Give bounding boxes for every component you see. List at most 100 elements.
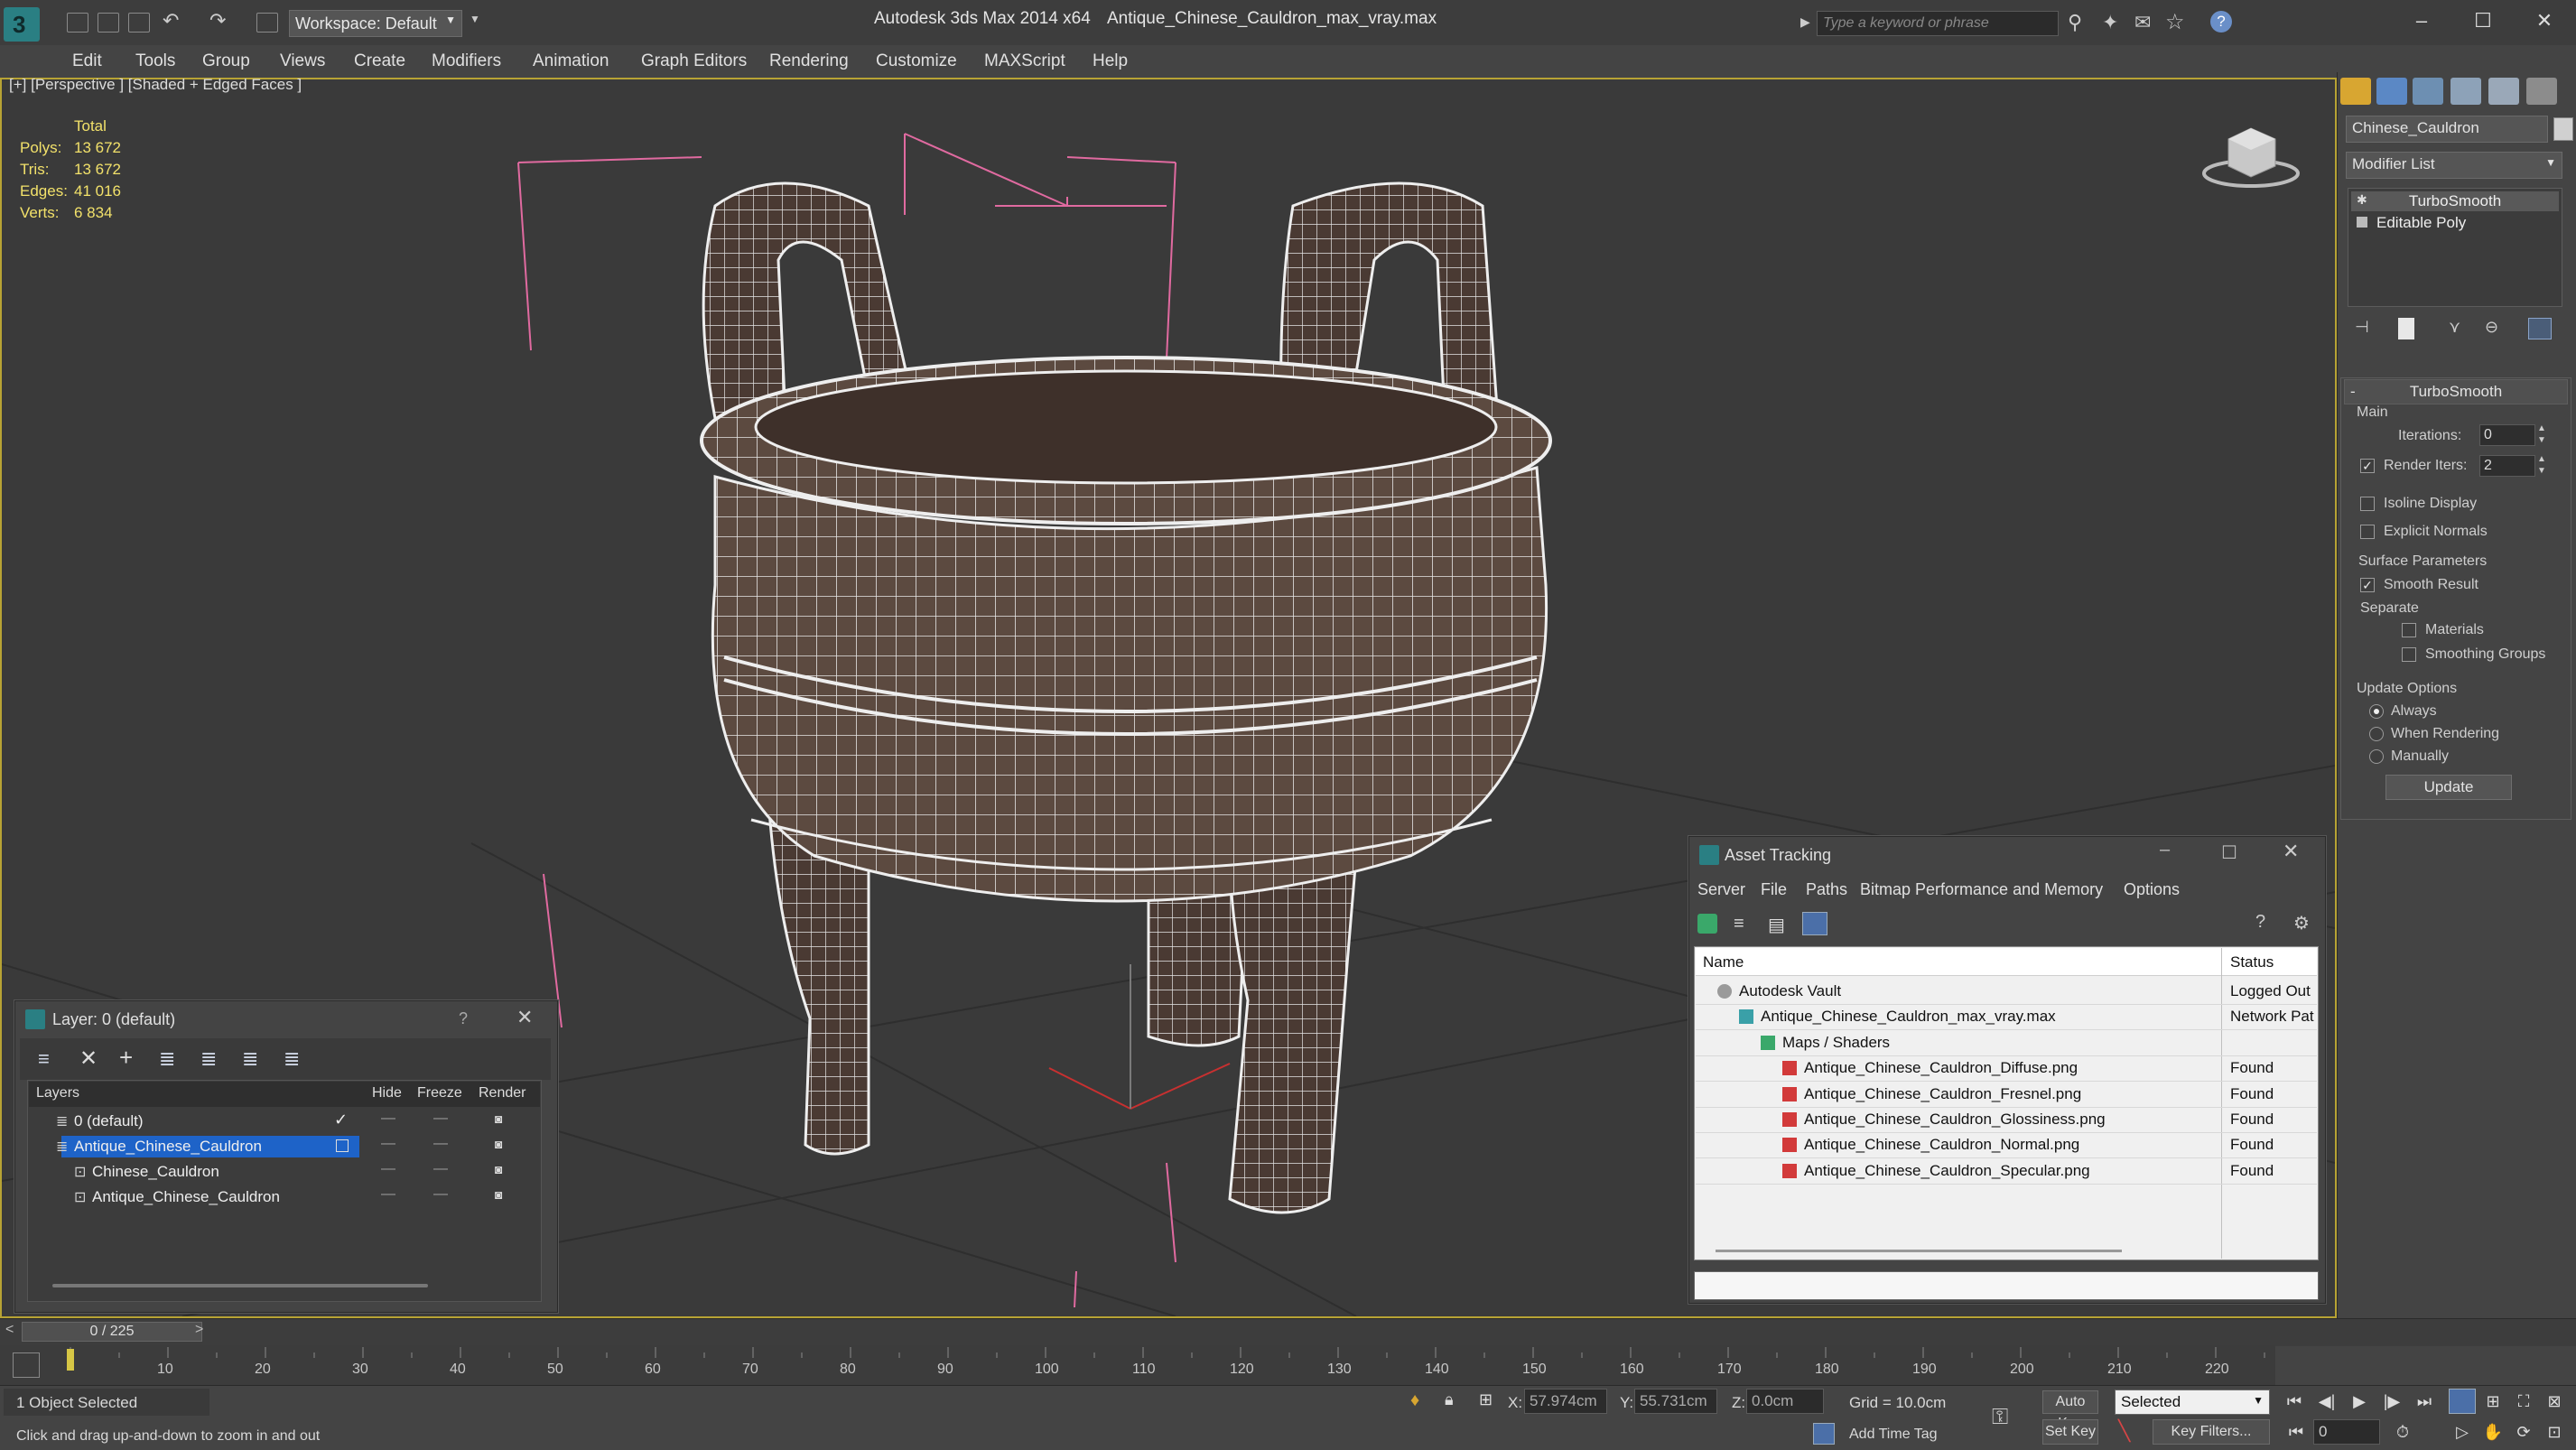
z-coordinate-field[interactable]: 0.0cm: [1746, 1389, 1824, 1414]
time-slider-right-icon[interactable]: >: [195, 1322, 203, 1338]
binoculars-icon[interactable]: ⚲: [2068, 11, 2082, 34]
favorites-star-icon[interactable]: ☆: [2165, 9, 2185, 35]
spinner-arrows-icon[interactable]: ▲ ▼: [2537, 453, 2546, 477]
display-tab-icon[interactable]: [2488, 78, 2519, 105]
time-configuration-icon[interactable]: ⏱: [2389, 1419, 2416, 1445]
configure-modifier-sets-icon[interactable]: [2528, 318, 2552, 339]
time-slider-left-icon[interactable]: <: [5, 1322, 14, 1338]
turbosmooth-rollout-header[interactable]: - TurboSmooth: [2344, 379, 2568, 404]
search-input[interactable]: Type a keyword or phrase: [1817, 11, 2059, 36]
asset-menu-paths[interactable]: Paths: [1806, 880, 1847, 899]
make-unique-icon[interactable]: ⋎: [2449, 318, 2460, 337]
hide-toggle[interactable]: ―: [381, 1161, 395, 1177]
pin-stack-icon[interactable]: ⊣: [2355, 318, 2369, 337]
render-teapot-icon[interactable]: ◙: [495, 1162, 502, 1176]
refresh-icon[interactable]: [1697, 914, 1717, 934]
app-logo-icon[interactable]: 3: [4, 7, 40, 42]
freeze-all-layers-icon[interactable]: ≣: [284, 1047, 300, 1071]
x-coordinate-field[interactable]: 57.974cm: [1524, 1389, 1607, 1414]
delete-layer-icon[interactable]: ✕: [79, 1046, 98, 1072]
menu-animation[interactable]: Animation: [533, 45, 609, 78]
render-iters-spinner[interactable]: 2: [2479, 455, 2535, 477]
hierarchy-tab-icon[interactable]: [2413, 78, 2443, 105]
time-slider-thumb[interactable]: 0 / 225: [22, 1322, 202, 1342]
search-expand-icon[interactable]: ▶: [1800, 14, 1810, 30]
iterations-spinner[interactable]: 0: [2479, 424, 2535, 446]
when-rendering-radio[interactable]: [2369, 727, 2384, 741]
menu-help[interactable]: Help: [1093, 45, 1128, 78]
asset-close-icon[interactable]: ✕: [2283, 840, 2299, 863]
hide-toggle[interactable]: ―: [381, 1136, 395, 1152]
materials-checkbox[interactable]: [2402, 623, 2416, 637]
asset-menu-server[interactable]: Server: [1697, 880, 1745, 899]
col-layers[interactable]: Layers: [36, 1085, 79, 1101]
col-status[interactable]: Status: [2230, 953, 2274, 971]
freeze-toggle[interactable]: ―: [433, 1161, 448, 1177]
y-coordinate-field[interactable]: 55.731cm: [1634, 1389, 1717, 1414]
always-radio[interactable]: [2369, 704, 2384, 719]
field-of-view-icon[interactable]: ▷: [2449, 1419, 2476, 1445]
utilities-tab-icon[interactable]: [2526, 78, 2557, 105]
asset-help-icon[interactable]: ?: [2255, 912, 2265, 933]
key-mode-icon[interactable]: ⚿: [1992, 1405, 2008, 1430]
table-view-icon[interactable]: [1802, 912, 1827, 935]
go-to-end-icon[interactable]: ⏭: [2411, 1389, 2438, 1414]
spinner-arrows-icon[interactable]: ▲ ▼: [2537, 423, 2546, 446]
key-set-dropdown[interactable]: Selected ▼: [2115, 1390, 2270, 1415]
layer-close-icon[interactable]: ✕: [516, 1006, 533, 1029]
create-tab-icon[interactable]: [2340, 78, 2371, 105]
absolute-mode-icon[interactable]: ⊞: [1479, 1390, 1493, 1409]
menu-group[interactable]: Group: [202, 45, 250, 78]
asset-row[interactable]: Autodesk Vault Logged Out: [1696, 979, 2317, 1005]
asset-menu-options[interactable]: Options: [2124, 880, 2180, 899]
manually-radio[interactable]: [2369, 749, 2384, 764]
zoom-extents-icon[interactable]: ⛶: [2510, 1389, 2537, 1414]
orbit-icon[interactable]: ⟳: [2510, 1419, 2537, 1445]
motion-tab-icon[interactable]: [2450, 78, 2481, 105]
stack-item-editable-poly[interactable]: Editable Poly: [2351, 213, 2559, 233]
menu-edit[interactable]: Edit: [72, 45, 102, 78]
highlight-layer-icon[interactable]: ≣: [200, 1047, 217, 1071]
asset-menu-bitmap[interactable]: Bitmap Performance and Memory: [1860, 880, 2103, 899]
layer-row[interactable]: ≣ 0 (default) ✓ ― ― ◙: [29, 1109, 540, 1134]
layer-row[interactable]: ⊡ Chinese_Cauldron ― ― ◙: [29, 1159, 540, 1185]
next-frame-icon[interactable]: |▶: [2378, 1389, 2405, 1414]
freeze-toggle[interactable]: ―: [433, 1111, 448, 1127]
render-teapot-icon[interactable]: ◙: [495, 1111, 502, 1126]
current-frame-field[interactable]: 0: [2313, 1419, 2380, 1445]
minimize-icon[interactable]: –: [2402, 5, 2441, 38]
asset-row[interactable]: Antique_Chinese_Cauldron_Normal.png Found: [1696, 1132, 2317, 1159]
hide-all-layers-icon[interactable]: ≣: [242, 1047, 258, 1071]
menu-tools[interactable]: Tools: [135, 45, 175, 78]
menu-create[interactable]: Create: [354, 45, 405, 78]
layer-help-icon[interactable]: ?: [459, 1009, 468, 1028]
asset-row[interactable]: Antique_Chinese_Cauldron_max_vray.max Net…: [1696, 1004, 2317, 1031]
active-layer-check-icon[interactable]: ✓: [334, 1111, 348, 1129]
set-key-button[interactable]: Set Key: [2042, 1419, 2098, 1445]
layer-row[interactable]: ≣ Antique_Chinese_Cauldron ― ― ◙: [29, 1134, 540, 1159]
asset-row[interactable]: Maps / Shaders: [1696, 1030, 2317, 1056]
asset-path-field[interactable]: [1694, 1271, 2319, 1300]
menu-graph-editors[interactable]: Graph Editors: [641, 45, 747, 78]
menu-customize[interactable]: Customize: [876, 45, 957, 78]
hide-toggle[interactable]: ―: [381, 1186, 395, 1203]
layer-horizontal-scrollbar[interactable]: [52, 1284, 428, 1287]
smoothing-groups-checkbox[interactable]: [2402, 647, 2416, 662]
col-hide[interactable]: Hide: [372, 1085, 402, 1101]
menu-maxscript[interactable]: MAXScript: [984, 45, 1065, 78]
close-icon[interactable]: ✕: [2525, 5, 2564, 38]
render-teapot-icon[interactable]: ◙: [495, 1137, 502, 1151]
undo-icon[interactable]: ↶: [163, 9, 179, 33]
freeze-toggle[interactable]: ―: [433, 1186, 448, 1203]
asset-menu-file[interactable]: File: [1761, 880, 1787, 899]
smooth-result-checkbox[interactable]: ✓: [2360, 578, 2375, 592]
communication-icon[interactable]: ✉: [2134, 11, 2151, 34]
layer-row[interactable]: ⊡ Antique_Chinese_Cauldron ― ― ◙: [29, 1185, 540, 1210]
isolate-selection-icon[interactable]: ♦: [1410, 1390, 1419, 1411]
zoom-all-icon[interactable]: ⊞: [2479, 1389, 2506, 1414]
go-to-start-icon[interactable]: ⏮: [2281, 1389, 2308, 1414]
zoom-icon[interactable]: [2449, 1389, 2476, 1414]
col-render[interactable]: Render: [479, 1085, 525, 1101]
help-icon[interactable]: ?: [2210, 11, 2232, 33]
subscription-icon[interactable]: ✦: [2102, 11, 2118, 34]
